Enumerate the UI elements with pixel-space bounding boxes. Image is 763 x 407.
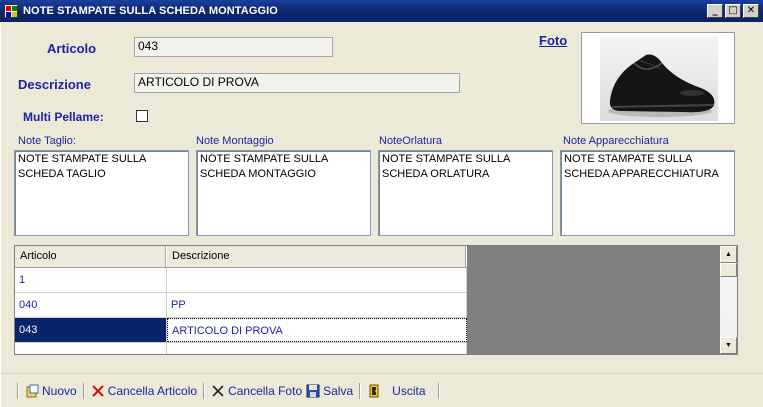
minimize-button[interactable]: _: [707, 4, 723, 18]
cell-articolo[interactable]: 040: [15, 293, 167, 317]
toolbar-separator: [17, 382, 19, 399]
multi-pellame-checkbox[interactable]: [136, 110, 148, 122]
articolo-label: Articolo: [47, 41, 97, 56]
grid-header: Articolo Descrizione: [15, 246, 467, 268]
note-orlatura-label: NoteOrlatura: [379, 135, 442, 147]
cancella-articolo-label: Cancella Articolo: [107, 383, 198, 398]
scroll-thumb[interactable]: [720, 263, 737, 277]
cell-descrizione[interactable]: [167, 268, 467, 292]
cell-descrizione-partial: [167, 343, 467, 354]
nuovo-label: Nuovo: [42, 383, 77, 398]
descrizione-label: Descrizione: [18, 77, 91, 92]
salva-button[interactable]: Salva: [304, 384, 355, 398]
window-title: NOTE STAMPATE SULLA SCHEDA MONTAGGIO: [23, 5, 278, 17]
nuovo-button[interactable]: Nuovo: [23, 384, 79, 398]
column-header-articolo[interactable]: Articolo: [15, 246, 167, 267]
maximize-button[interactable]: □: [725, 4, 741, 18]
salva-label: Salva: [323, 383, 354, 398]
descrizione-field[interactable]: ARTICOLO DI PROVA: [134, 73, 460, 93]
scroll-down-icon[interactable]: ▼: [720, 337, 737, 354]
note-taglio-label: Note Taglio:: [18, 135, 76, 147]
toolbar-separator: [203, 382, 206, 399]
grid-vertical-scrollbar[interactable]: ▲ ▼: [720, 246, 737, 354]
cell-descrizione[interactable]: PP: [167, 293, 467, 317]
toolbar-separator: [82, 382, 85, 399]
foto-link[interactable]: Foto: [539, 33, 567, 48]
toolbar-separator: [359, 382, 362, 399]
toolbar-separator: [437, 382, 440, 399]
note-apparecchiatura-textarea[interactable]: NOTE STAMPATE SULLA SCHEDA APPARECCHIATU…: [560, 150, 735, 236]
cancella-articolo-button[interactable]: Cancella Articolo: [89, 384, 199, 398]
table-row-selected[interactable]: 043 ARTICOLO DI PROVA: [15, 318, 467, 343]
floppy-disk-icon: [306, 384, 320, 397]
note-montaggio-textarea[interactable]: NOTE STAMPATE SULLA SCHEDA MONTAGGIO: [196, 150, 371, 236]
multi-pellame-label: Multi Pellame:: [23, 110, 104, 124]
cell-articolo[interactable]: 043: [15, 318, 167, 342]
uscita-label: Uscita: [392, 383, 426, 398]
note-apparecchiatura-label: Note Apparecchiatura: [563, 135, 669, 147]
close-button[interactable]: ✕: [743, 4, 759, 18]
scroll-up-icon[interactable]: ▲: [720, 246, 737, 263]
note-montaggio-label: Note Montaggio: [196, 135, 274, 147]
note-orlatura-textarea[interactable]: NOTE STAMPATE SULLA SCHEDA ORLATURA: [378, 150, 553, 236]
app-icon: [4, 4, 18, 18]
column-header-descrizione[interactable]: Descrizione: [167, 246, 467, 267]
new-document-icon: [26, 384, 39, 397]
note-taglio-textarea[interactable]: NOTE STAMPATE SULLA SCHEDA TAGLIO: [14, 150, 189, 236]
shoe-image: [600, 37, 718, 121]
uscita-button[interactable]: Uscita: [365, 384, 427, 398]
cancella-foto-button[interactable]: Cancella Foto: [209, 384, 304, 398]
table-row[interactable]: 040 PP: [15, 293, 467, 318]
shoe-photo[interactable]: [581, 32, 735, 124]
exit-door-icon: [369, 384, 379, 397]
form-client-area: Articolo 043 Descrizione ARTICOLO DI PRO…: [0, 22, 763, 407]
cell-articolo[interactable]: 1: [15, 268, 167, 292]
bottom-toolbar: Nuovo Cancella Articolo Cancella Foto Sa…: [1, 373, 763, 407]
articolo-field[interactable]: 043: [134, 37, 333, 57]
title-bar: NOTE STAMPATE SULLA SCHEDA MONTAGGIO _ □…: [0, 0, 763, 22]
red-x-icon: [91, 384, 104, 397]
table-row[interactable]: 1: [15, 268, 467, 293]
black-x-icon: [212, 384, 224, 397]
cell-descrizione[interactable]: ARTICOLO DI PROVA: [167, 318, 467, 342]
cell-articolo-partial: [15, 343, 167, 354]
articoli-grid[interactable]: Articolo Descrizione 1 040 PP 043 ARTICO…: [14, 245, 738, 355]
table-row-partial[interactable]: [15, 343, 467, 354]
cancella-foto-label: Cancella Foto: [228, 383, 303, 398]
